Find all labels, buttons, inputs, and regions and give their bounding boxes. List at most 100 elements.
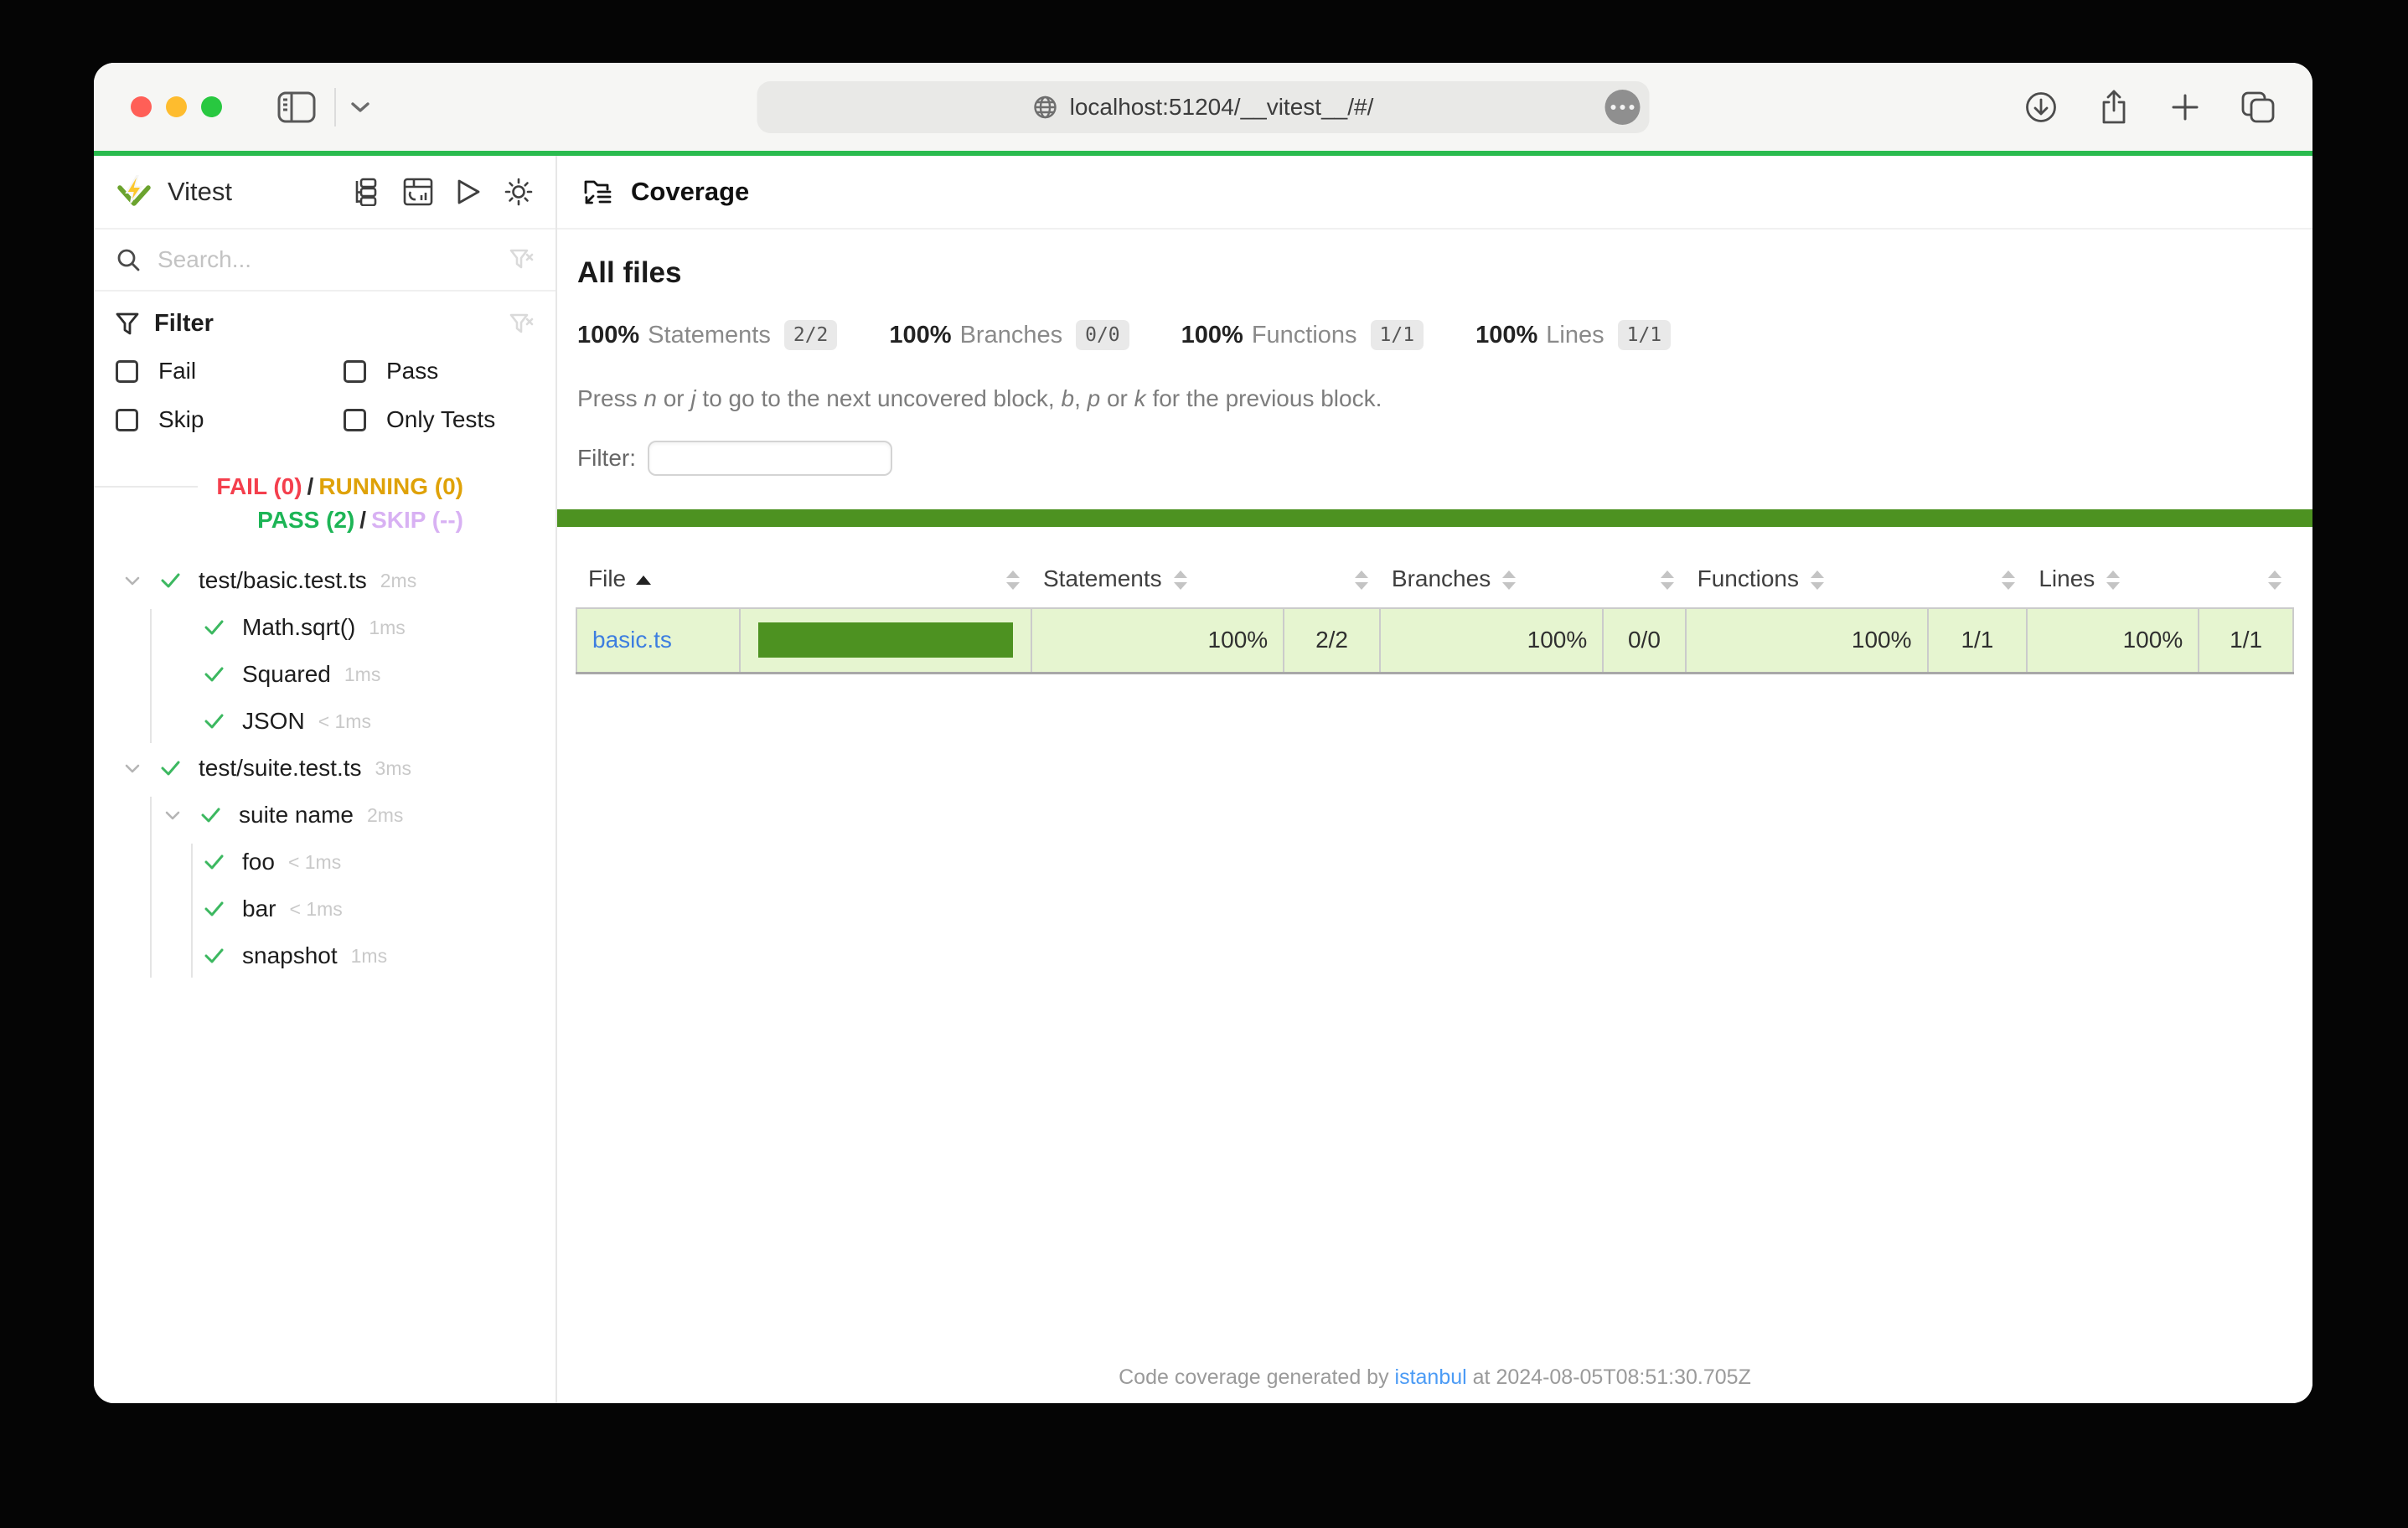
filter-panel: Filter Fail bbox=[94, 292, 555, 436]
statements-fraction-cell: 2/2 bbox=[1284, 608, 1380, 673]
tree-item-math-sqrt[interactable]: Math.sqrt() 1ms bbox=[94, 604, 555, 651]
sidebar-toggle-icon[interactable] bbox=[277, 91, 316, 123]
app-title: Vitest bbox=[168, 177, 232, 207]
column-header-branches[interactable]: Branches bbox=[1380, 552, 1603, 608]
metric-lines: 100% Lines 1/1 bbox=[1475, 320, 1671, 350]
tab-overview-icon[interactable] bbox=[2240, 90, 2276, 124]
checkbox-pass-box[interactable] bbox=[344, 360, 366, 383]
sort-icon[interactable] bbox=[1811, 570, 1824, 590]
column-header-lines-fraction-sort[interactable] bbox=[2199, 552, 2293, 608]
tree-item-snapshot[interactable]: snapshot 1ms bbox=[94, 932, 555, 979]
chevron-down-icon[interactable] bbox=[120, 756, 145, 781]
fail-count: FAIL (0) bbox=[216, 473, 302, 499]
metric-statements: 100% Statements 2/2 bbox=[577, 320, 837, 350]
column-header-functions-fraction-sort[interactable] bbox=[1928, 552, 2028, 608]
browser-toolbar: localhost:51204/__vitest__/#/ bbox=[94, 63, 2312, 151]
sort-icon[interactable] bbox=[1006, 570, 1020, 590]
close-window-button[interactable] bbox=[131, 96, 152, 117]
pass-count: PASS (2) bbox=[257, 507, 354, 533]
sort-icon[interactable] bbox=[1661, 570, 1674, 590]
column-header-functions[interactable]: Functions bbox=[1686, 552, 1928, 608]
checkbox-only-tests-box[interactable] bbox=[344, 409, 366, 431]
coverage-filter-input[interactable] bbox=[648, 441, 892, 476]
sort-icon[interactable] bbox=[2106, 570, 2120, 590]
checkbox-fail-box[interactable] bbox=[116, 360, 138, 383]
tree-item-suite-test-file[interactable]: test/suite.test.ts 3ms bbox=[94, 745, 555, 792]
functions-fraction-cell: 1/1 bbox=[1928, 608, 2028, 673]
tree-item-bar[interactable]: bar < 1ms bbox=[94, 885, 555, 932]
clear-filter-icon[interactable] bbox=[509, 312, 534, 337]
minimize-window-button[interactable] bbox=[166, 96, 187, 117]
column-header-statements[interactable]: Statements bbox=[1031, 552, 1284, 608]
test-tree: test/basic.test.ts 2ms Math.sqrt() 1ms S… bbox=[94, 557, 555, 1403]
browser-window: localhost:51204/__vitest__/#/ bbox=[94, 63, 2312, 1403]
globe-icon bbox=[1033, 95, 1058, 120]
dashboard-icon[interactable] bbox=[403, 178, 433, 206]
check-icon bbox=[201, 709, 226, 734]
checkbox-only-tests[interactable]: Only Tests bbox=[344, 406, 534, 433]
sort-icon[interactable] bbox=[2002, 570, 2015, 590]
keyboard-hint: Press n or j to go to the next uncovered… bbox=[577, 385, 2279, 412]
url-text: localhost:51204/__vitest__/#/ bbox=[1070, 94, 1374, 121]
file-link[interactable]: basic.ts bbox=[592, 627, 672, 653]
search-input[interactable] bbox=[158, 246, 509, 273]
search-icon bbox=[116, 247, 141, 272]
skip-count: SKIP (--) bbox=[371, 507, 463, 533]
collapse-tests-icon[interactable] bbox=[353, 178, 381, 206]
tree-item-json[interactable]: JSON < 1ms bbox=[94, 698, 555, 745]
check-icon bbox=[158, 756, 183, 781]
tree-guide-line bbox=[150, 609, 152, 743]
checkbox-fail[interactable]: Fail bbox=[116, 358, 344, 385]
coverage-report-icon bbox=[582, 177, 614, 207]
column-header-bar-sort[interactable] bbox=[740, 552, 1031, 608]
chevron-down-icon[interactable] bbox=[349, 101, 371, 114]
istanbul-link[interactable]: istanbul bbox=[1395, 1365, 1467, 1389]
lines-fraction-cell: 1/1 bbox=[2199, 608, 2293, 673]
chevron-down-icon[interactable] bbox=[160, 803, 185, 828]
column-header-file[interactable]: File bbox=[576, 552, 740, 608]
checkbox-skip-box[interactable] bbox=[116, 409, 138, 431]
check-icon bbox=[201, 896, 226, 921]
branches-fraction-cell: 0/0 bbox=[1603, 608, 1685, 673]
coverage-scope-title: All files bbox=[577, 256, 2279, 290]
checkbox-skip[interactable]: Skip bbox=[116, 406, 344, 433]
more-options-icon[interactable] bbox=[1605, 90, 1641, 125]
sort-icon[interactable] bbox=[1355, 570, 1368, 590]
main-panel: Coverage All files 100% Statements 2/2 1… bbox=[557, 156, 2312, 1403]
toolbar-divider bbox=[334, 88, 336, 126]
fraction-badge: 1/1 bbox=[1371, 320, 1424, 350]
clear-search-filter-icon[interactable] bbox=[509, 247, 534, 272]
sidebar-header: Vitest bbox=[94, 156, 555, 230]
sort-icon[interactable] bbox=[2268, 570, 2281, 590]
tree-item-suite-name[interactable]: suite name 2ms bbox=[94, 792, 555, 839]
share-icon[interactable] bbox=[2098, 89, 2130, 126]
theme-toggle-icon[interactable] bbox=[504, 177, 534, 207]
coverage-filter-label: Filter: bbox=[577, 445, 636, 472]
chevron-down-icon[interactable] bbox=[120, 568, 145, 593]
column-header-branches-fraction-sort[interactable] bbox=[1603, 552, 1685, 608]
sort-icon[interactable] bbox=[1174, 570, 1187, 590]
run-all-icon[interactable] bbox=[455, 178, 482, 206]
check-icon bbox=[201, 849, 226, 875]
sort-icon[interactable] bbox=[1502, 570, 1516, 590]
functions-pct-cell: 100% bbox=[1686, 608, 1928, 673]
downloads-icon[interactable] bbox=[2024, 90, 2058, 124]
checkbox-pass[interactable]: Pass bbox=[344, 358, 534, 385]
new-tab-icon[interactable] bbox=[2170, 92, 2200, 122]
check-icon bbox=[198, 803, 223, 828]
coverage-table: File Statements Branches Functions Lines bbox=[576, 552, 2294, 674]
fraction-badge: 0/0 bbox=[1076, 320, 1129, 350]
zoom-window-button[interactable] bbox=[201, 96, 222, 117]
tree-guide-line bbox=[150, 797, 152, 978]
column-header-lines[interactable]: Lines bbox=[2027, 552, 2199, 608]
file-cell: basic.ts bbox=[576, 608, 740, 673]
coverage-bar-cell bbox=[740, 608, 1031, 673]
address-bar[interactable]: localhost:51204/__vitest__/#/ bbox=[757, 81, 1650, 133]
vitest-logo-icon bbox=[116, 174, 152, 209]
fraction-badge: 2/2 bbox=[784, 320, 838, 350]
tree-item-squared[interactable]: Squared 1ms bbox=[94, 651, 555, 698]
column-header-statements-fraction-sort[interactable] bbox=[1284, 552, 1380, 608]
coverage-bar-fill bbox=[758, 622, 1013, 658]
tree-item-foo[interactable]: foo < 1ms bbox=[94, 839, 555, 885]
tree-item-basic-test-file[interactable]: test/basic.test.ts 2ms bbox=[94, 557, 555, 604]
